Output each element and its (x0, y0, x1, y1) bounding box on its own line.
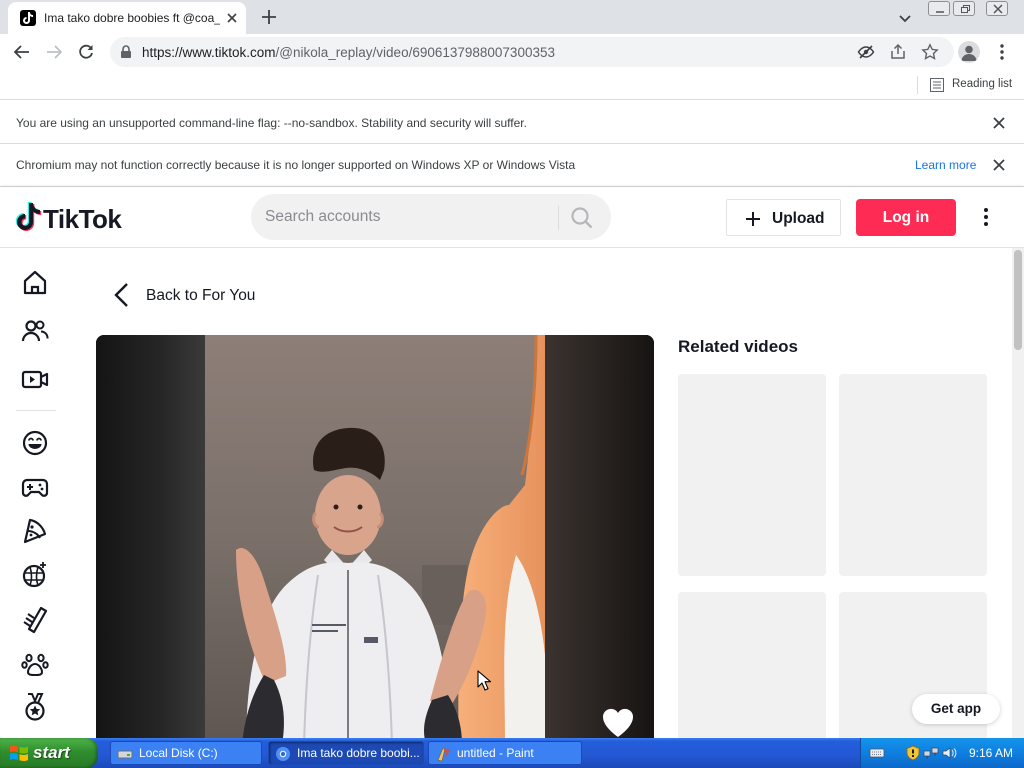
following-icon[interactable] (20, 316, 50, 346)
taskbar-item-label: Local Disk (C:) (139, 746, 218, 760)
infobar-os-warning: Chromium may not function correctly beca… (0, 144, 1024, 187)
lock-icon[interactable] (120, 45, 132, 59)
infobar-close-icon[interactable] (992, 158, 1006, 172)
login-button[interactable]: Log in (856, 199, 956, 236)
related-video-thumbnail[interactable] (678, 374, 826, 576)
taskbar-item-label: untitled - Paint (457, 746, 534, 760)
security-shield-icon[interactable] (905, 745, 921, 761)
learn-more-link[interactable]: Learn more (915, 158, 976, 172)
tiktok-header: TikTok Upload Log in (0, 187, 1024, 248)
beauty-icon[interactable] (20, 604, 50, 634)
related-video-thumbnail[interactable] (678, 592, 826, 738)
share-icon[interactable] (889, 43, 907, 61)
paint-icon (437, 747, 450, 762)
volume-icon[interactable] (941, 745, 957, 761)
get-app-button[interactable]: Get app (912, 694, 1000, 724)
search-divider (558, 206, 559, 230)
video-frame (96, 335, 654, 738)
sidebar-divider (16, 410, 56, 411)
drive-icon (117, 750, 133, 759)
back-arrow-icon[interactable] (12, 42, 32, 62)
scrollbar-thumb[interactable] (1014, 250, 1022, 350)
like-heart-icon[interactable] (601, 707, 635, 738)
browser-tab[interactable]: Ima tako dobre boobies ft @coa_be (8, 2, 246, 34)
upload-label: Upload (772, 210, 825, 227)
taskbar-item-label: Ima tako dobre boobi... (297, 746, 419, 760)
windows-taskbar: start Local Disk (C:) Ima tako dobre boo… (0, 738, 1024, 768)
page-scrollbar[interactable] (1012, 248, 1024, 738)
url-text: https://www.tiktok.com/@nikola_replay/vi… (142, 45, 555, 60)
keyboard-icon[interactable] (869, 745, 885, 761)
infobar-close-icon[interactable] (992, 116, 1006, 130)
profile-avatar-icon[interactable] (958, 41, 980, 63)
tab-close-icon[interactable] (224, 10, 240, 26)
home-icon[interactable] (20, 268, 50, 298)
bookmarks-divider (917, 76, 918, 94)
chevron-left-icon (114, 283, 128, 307)
infobar-message: Chromium may not function correctly beca… (16, 158, 576, 172)
eye-slash-icon[interactable] (857, 43, 875, 61)
taskbar-item-chromium[interactable]: Ima tako dobre boobi... (268, 741, 424, 765)
forward-arrow-icon[interactable] (44, 42, 64, 62)
browser-menu-icon[interactable] (994, 42, 1010, 62)
food-icon[interactable] (20, 516, 50, 546)
bookmarks-bar: Reading list (0, 70, 1024, 100)
comedy-icon[interactable] (20, 428, 50, 458)
related-videos-heading: Related videos (678, 337, 798, 356)
minimize-icon[interactable] (928, 1, 950, 16)
reading-list-label: Reading list (952, 78, 1013, 90)
infobar-sandbox-warning: You are using an unsupported command-lin… (0, 102, 1024, 144)
related-video-thumbnail[interactable] (839, 374, 987, 576)
bookmark-star-icon[interactable] (921, 43, 939, 61)
tab-strip: Ima tako dobre boobies ft @coa_be (0, 0, 1024, 34)
taskbar-item-local-disk[interactable]: Local Disk (C:) (110, 741, 262, 765)
windows-logo-icon (10, 745, 28, 762)
tab-title: Ima tako dobre boobies ft @coa_be (44, 11, 220, 25)
mouse-cursor-icon (477, 670, 491, 691)
browser-toolbar: https://www.tiktok.com/@nikola_replay/vi… (0, 34, 1024, 70)
close-window-icon[interactable] (986, 1, 1008, 16)
tab-search-chevron-icon[interactable] (896, 9, 914, 27)
tiktok-wordmark: TikTok (43, 204, 122, 234)
search-input[interactable] (265, 206, 545, 228)
chromium-icon (276, 747, 290, 761)
reload-icon[interactable] (76, 42, 96, 62)
upload-button[interactable]: Upload (726, 199, 841, 236)
address-bar[interactable]: https://www.tiktok.com/@nikola_replay/vi… (110, 37, 954, 67)
taskbar-item-paint[interactable]: untitled - Paint (428, 741, 582, 765)
start-button[interactable]: start (0, 738, 98, 768)
restore-icon[interactable] (953, 1, 975, 16)
network-icon[interactable] (923, 745, 939, 761)
start-label: start (33, 743, 70, 762)
reading-list-icon (930, 78, 944, 92)
back-label: Back to For You (146, 287, 256, 304)
gaming-icon[interactable] (20, 472, 50, 502)
search-bar (251, 194, 611, 240)
infobar-message: You are using an unsupported command-lin… (16, 116, 527, 130)
tiktok-main: Back to For You Related videos Get app (72, 248, 1012, 738)
taskbar-clock: 9:16 AM (969, 746, 1014, 760)
tiktok-note-icon (16, 202, 42, 231)
search-icon[interactable] (569, 205, 595, 231)
sports-icon[interactable] (20, 692, 50, 722)
system-tray: 9:16 AM (860, 738, 1024, 768)
new-tab-plus-icon[interactable] (259, 7, 279, 27)
tiktok-sidebar (0, 248, 72, 738)
plus-icon (746, 212, 760, 226)
more-options-icon[interactable] (976, 205, 996, 229)
tiktok-favicon-icon (20, 10, 36, 26)
video-player[interactable] (96, 335, 654, 738)
live-icon[interactable] (20, 364, 50, 394)
animals-icon[interactable] (20, 648, 50, 678)
dance-icon[interactable] (20, 560, 50, 590)
